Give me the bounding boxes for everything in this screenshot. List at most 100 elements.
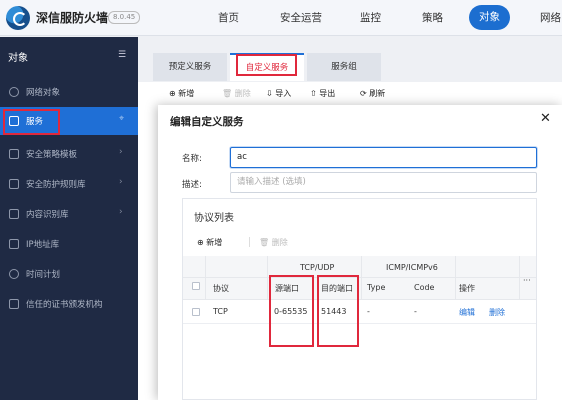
edit-link[interactable]: 编辑: [459, 307, 475, 318]
sidebar-item-network-objects[interactable]: 网络对象: [0, 78, 138, 106]
clock-icon: [9, 269, 19, 279]
certificate-icon: [9, 299, 19, 309]
template-icon: [9, 149, 19, 159]
add-button-label: 新增: [178, 89, 195, 98]
highlight-box-source-port: [269, 275, 314, 347]
sidebar-item-content-id[interactable]: 内容识别库 ›: [0, 200, 138, 228]
sidebar: 对象 ☰ 网络对象 服务 ⌖ 安全策略模板 › 安全防护规则库 › 内容识别库 …: [0, 37, 138, 400]
dialog-title: 编辑自定义服务: [170, 116, 244, 128]
toolbar: ⊕ 新增 🗑 删除 ⇩ 导入 ⇧ 导出 ⟳ 刷新: [138, 82, 562, 106]
top-bar: 深信服防火墙 8.0.45 首页 安全运营 监控 策略 对象 网络: [0, 0, 562, 36]
sidebar-item-protection-rules[interactable]: 安全防护规则库 ›: [0, 170, 138, 198]
pin-icon[interactable]: ⌖: [119, 114, 124, 124]
highlight-box-services: [3, 109, 60, 135]
protocol-delete-button[interactable]: 🗑 删除: [259, 237, 288, 248]
protocol-add-button[interactable]: ⊕ 新增: [197, 237, 222, 248]
header-type: Type: [367, 283, 386, 292]
name-label: 名称:: [182, 154, 202, 164]
export-button-label: 导出: [319, 89, 336, 98]
close-icon[interactable]: ✕: [540, 111, 551, 126]
cell-protocol: TCP: [213, 307, 228, 316]
nav-network[interactable]: 网络: [540, 10, 561, 25]
sidebar-item-label: 时间计划: [26, 270, 61, 280]
collapse-menu-icon[interactable]: ☰: [118, 50, 126, 60]
delete-button[interactable]: 🗑 删除: [222, 88, 251, 99]
header-code: Code: [414, 283, 435, 292]
name-input-value: ac: [237, 152, 247, 162]
description-input[interactable]: 请输入描述 (选填): [230, 172, 537, 193]
header-protocol: 协议: [213, 284, 229, 293]
import-button-label: 导入: [275, 89, 292, 98]
protocol-list-panel: 协议列表 ⊕ 新增 🗑 删除 TCP/UDP ICMP/ICMPv6 协议 源端…: [182, 198, 537, 400]
sidebar-item-label: 网络对象: [26, 88, 61, 98]
table-header-row: [183, 278, 536, 300]
row-checkbox[interactable]: [192, 308, 200, 316]
app-title: 深信服防火墙: [36, 11, 109, 25]
sidebar-item-schedule[interactable]: 时间计划: [0, 260, 138, 288]
column-divider: [267, 256, 268, 300]
edit-service-dialog: 编辑自定义服务 ✕ 名称: ac 描述: 请输入描述 (选填) 协议列表 ⊕ 新…: [158, 105, 562, 400]
trash-icon: 🗑: [259, 238, 270, 247]
cell-code: -: [414, 307, 417, 316]
protocol-list-title: 协议列表: [194, 213, 234, 224]
trash-icon: 🗑: [222, 89, 233, 98]
column-divider: [361, 256, 362, 300]
app-logo: [6, 6, 30, 30]
sidebar-item-trusted-ca[interactable]: 信任的证书颁发机构: [0, 290, 138, 318]
shield-icon: [9, 179, 19, 189]
chevron-right-icon: ›: [119, 147, 123, 157]
nav-policy[interactable]: 策略: [422, 10, 443, 25]
column-divider: [205, 256, 206, 300]
content-icon: [9, 209, 19, 219]
description-placeholder: 请输入描述 (选填): [237, 177, 306, 187]
cell-type: -: [367, 307, 370, 316]
globe-icon: [9, 87, 19, 97]
nav-home[interactable]: 首页: [218, 10, 239, 25]
tab-bar: 预定义服务 自定义服务 服务组: [138, 37, 562, 82]
plus-circle-icon: ⊕: [197, 238, 204, 247]
column-divider: [519, 256, 520, 300]
import-button[interactable]: ⇩ 导入: [266, 88, 291, 99]
sidebar-item-label: 安全防护规则库: [26, 180, 86, 190]
sidebar-item-label: 信任的证书颁发机构: [26, 300, 103, 310]
import-icon: ⇩: [266, 89, 273, 98]
delete-button-label: 删除: [234, 89, 251, 98]
column-settings-icon[interactable]: ···: [523, 276, 531, 285]
chevron-right-icon: ›: [119, 177, 123, 187]
export-button[interactable]: ⇧ 导出: [310, 88, 335, 99]
name-input[interactable]: ac: [230, 147, 537, 168]
sidebar-item-ip-library[interactable]: IP地址库: [0, 230, 138, 258]
protocol-add-label: 新增: [206, 238, 223, 247]
refresh-button-label: 刷新: [369, 89, 386, 98]
toolbar-divider: [249, 237, 250, 247]
table-header-group-row: TCP/UDP ICMP/ICMPv6: [183, 256, 536, 278]
tab-service-groups[interactable]: 服务组: [307, 53, 381, 81]
refresh-icon: ⟳: [360, 89, 367, 98]
highlight-box-destination-port: [317, 275, 359, 347]
select-all-checkbox[interactable]: [192, 282, 200, 290]
sidebar-title: 对象: [8, 53, 28, 64]
protocol-delete-label: 删除: [271, 238, 288, 247]
refresh-button[interactable]: ⟳ 刷新: [360, 88, 385, 99]
export-icon: ⇧: [310, 89, 317, 98]
add-button[interactable]: ⊕ 新增: [169, 88, 194, 99]
header-operations: 操作: [459, 284, 475, 293]
plus-circle-icon: ⊕: [169, 89, 176, 98]
chevron-right-icon: ›: [119, 207, 123, 217]
nav-objects[interactable]: 对象: [469, 5, 510, 30]
sidebar-item-label: 安全策略模板: [26, 150, 78, 160]
ip-icon: [9, 239, 19, 249]
table-row: TCP 0-65535 51443 - - 编辑 删除: [183, 300, 536, 324]
sidebar-item-label: IP地址库: [26, 240, 60, 250]
nav-monitor[interactable]: 监控: [360, 10, 381, 25]
sidebar-item-policy-templates[interactable]: 安全策略模板 ›: [0, 140, 138, 168]
delete-link[interactable]: 删除: [489, 307, 505, 318]
header-tcp-udp: TCP/UDP: [300, 263, 335, 272]
version-badge: 8.0.45: [108, 11, 141, 24]
highlight-box-custom-tab: [236, 54, 297, 76]
sidebar-item-label: 内容识别库: [26, 210, 69, 220]
tab-predefined-services[interactable]: 预定义服务: [153, 53, 227, 81]
nav-security-ops[interactable]: 安全运营: [280, 10, 322, 25]
column-divider: [455, 256, 456, 300]
header-icmp: ICMP/ICMPv6: [386, 263, 438, 272]
